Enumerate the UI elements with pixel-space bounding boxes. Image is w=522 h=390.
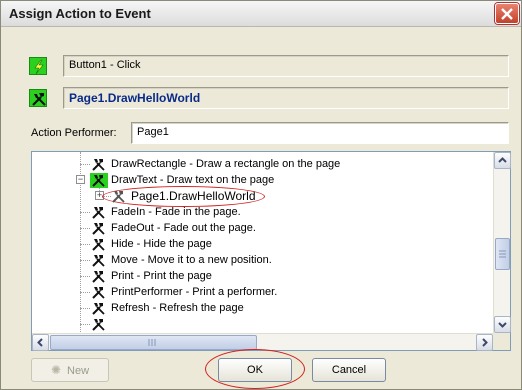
window-title: Assign Action to Event — [9, 6, 151, 21]
grip-icon — [148, 339, 156, 346]
tree-item-label: Move - Move it to a new position. — [111, 254, 272, 266]
tree-item[interactable]: DrawRectangle - Draw a rectangle on the … — [90, 156, 340, 172]
tree-item-label: Hide - Hide the page — [111, 238, 212, 250]
close-button[interactable] — [495, 3, 519, 24]
collapse-toggle[interactable]: − — [76, 175, 85, 184]
tools-icon — [112, 190, 125, 203]
event-field: Button1 - Click — [63, 55, 509, 77]
scroll-down-button[interactable] — [494, 316, 511, 333]
scroll-thumb[interactable] — [495, 238, 510, 270]
new-button-label: New — [67, 365, 90, 377]
tree-item-label: PrintPerformer - Print a performer. — [111, 286, 278, 298]
action-tree[interactable]: − + DrawRectangle - Draw a rectangle on … — [31, 151, 511, 351]
tools-icon — [92, 270, 105, 283]
tools-icon — [92, 238, 105, 251]
tree-item-selected[interactable]: Page1.DrawHelloWorld — [110, 188, 256, 204]
chevron-up-icon — [498, 157, 507, 163]
tree-item[interactable]: Hide - Hide the page — [90, 236, 212, 252]
tree-item-label: DrawRectangle - Draw a rectangle on the … — [111, 158, 341, 170]
scroll-up-button[interactable] — [494, 152, 511, 169]
cancel-button-label: Cancel — [331, 364, 367, 376]
chevron-down-icon — [498, 322, 507, 328]
tools-icon — [29, 89, 47, 107]
tree-item-label: Page1.DrawHelloWorld — [131, 189, 256, 203]
tree-item[interactable]: Move - Move it to a new position. — [90, 252, 272, 268]
performer-label: Action Performer: — [31, 127, 117, 139]
ok-highlight-ellipse — [205, 349, 305, 389]
tree-item[interactable]: Print - Print the page — [90, 268, 212, 284]
title-bar[interactable]: Assign Action to Event — [1, 1, 521, 27]
tools-icon — [90, 172, 108, 188]
tree-item-label: FadeIn - Fade in the page. — [111, 206, 241, 218]
assign-action-dialog: Assign Action to Event Button1 - Click P… — [0, 0, 522, 390]
tools-icon — [92, 254, 105, 267]
new-button[interactable]: ✺ New — [31, 358, 109, 382]
tools-icon — [92, 318, 105, 331]
scroll-left-button[interactable] — [32, 334, 49, 351]
tree-item[interactable]: PrintPerformer - Print a performer. — [90, 284, 277, 300]
close-icon — [501, 8, 513, 20]
vertical-scrollbar[interactable] — [493, 152, 511, 333]
tree-item-label: Refresh - Refresh the page — [111, 302, 244, 314]
horizontal-scrollbar[interactable] — [32, 333, 493, 351]
tools-icon — [92, 222, 105, 235]
tools-icon — [92, 302, 105, 315]
tools-icon — [92, 206, 105, 219]
tools-icon — [92, 286, 105, 299]
sparkle-icon: ✺ — [50, 363, 62, 377]
tree-item-partial[interactable] — [90, 316, 111, 332]
action-field: Page1.DrawHelloWorld — [63, 87, 509, 109]
cancel-button[interactable]: Cancel — [312, 358, 386, 382]
performer-field[interactable]: Page1 — [131, 122, 509, 144]
scroll-right-button[interactable] — [476, 334, 493, 351]
tree-item-label: FadeOut - Fade out the page. — [111, 222, 256, 234]
tree-item-label: Print - Print the page — [111, 270, 212, 282]
tree-item[interactable]: FadeOut - Fade out the page. — [90, 220, 256, 236]
scrollbar-corner — [493, 333, 510, 350]
lightning-icon — [29, 57, 47, 75]
chevron-right-icon — [482, 338, 488, 347]
chevron-left-icon — [37, 338, 43, 347]
tree-item[interactable]: Refresh - Refresh the page — [90, 300, 244, 316]
tree-item[interactable]: FadeIn - Fade in the page. — [90, 204, 241, 220]
grip-icon — [499, 250, 506, 258]
scroll-thumb[interactable] — [50, 335, 257, 350]
tree-item-label: DrawText - Draw text on the page — [111, 174, 275, 186]
tools-icon — [92, 158, 105, 171]
